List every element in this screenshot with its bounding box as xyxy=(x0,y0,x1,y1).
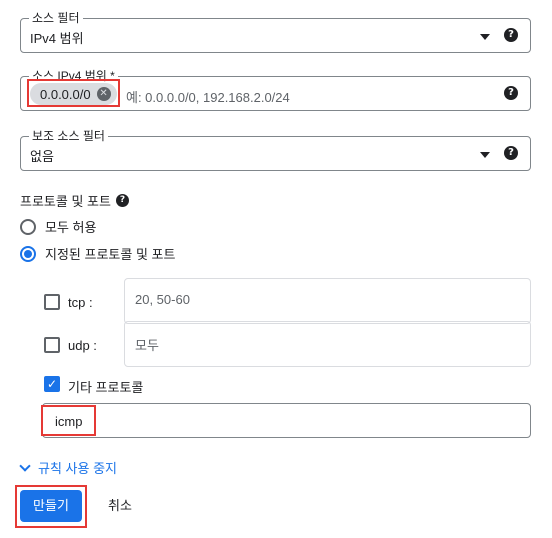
secondary-source-filter-value: 없음 xyxy=(30,149,54,164)
source-ipv4-placeholder: 예: 0.0.0.0/0, 192.168.2.0/24 xyxy=(126,90,290,105)
secondary-source-filter-label: 보조 소스 필터 xyxy=(29,129,108,143)
tcp-ports-input[interactable]: 20, 50-60 xyxy=(124,278,531,324)
radio-allow-all-label: 모두 허용 xyxy=(45,220,97,235)
highlight-icmp xyxy=(41,405,96,436)
udp-checkbox[interactable] xyxy=(44,337,60,353)
source-filter-label: 소스 필터 xyxy=(29,11,83,25)
radio-unchecked-icon[interactable] xyxy=(20,218,36,235)
cancel-button[interactable]: 취소 xyxy=(100,490,140,522)
source-filter-select[interactable]: 소스 필터 IPv4 범위 ? xyxy=(20,11,531,53)
dropdown-caret-icon xyxy=(480,34,490,40)
radio-specified-protocols[interactable]: 지정된 프로토콜 및 포트 xyxy=(20,244,175,263)
help-icon[interactable]: ? xyxy=(115,194,129,207)
udp-ports-input[interactable]: 모두 xyxy=(124,321,531,367)
help-icon[interactable]: ? xyxy=(504,28,518,42)
disable-rule-label: 규칙 사용 중지 xyxy=(38,461,117,476)
highlight-create-button xyxy=(15,485,87,528)
disable-rule-toggle[interactable]: 규칙 사용 중지 xyxy=(19,458,117,477)
chevron-down-icon xyxy=(19,459,31,472)
dropdown-caret-icon xyxy=(480,152,490,158)
help-icon[interactable]: ? xyxy=(504,146,518,160)
tcp-checkbox[interactable] xyxy=(44,294,60,310)
other-protocols-input[interactable]: icmp xyxy=(42,403,531,438)
secondary-source-filter-select[interactable]: 보조 소스 필터 없음 ? xyxy=(20,129,531,171)
udp-label: udp : xyxy=(68,338,97,353)
radio-specified-label: 지정된 프로토콜 및 포트 xyxy=(45,247,176,262)
help-icon[interactable]: ? xyxy=(504,86,518,100)
other-protocols-label: 기타 프로토콜 xyxy=(68,380,144,395)
other-protocols-checkbox[interactable]: ✓ xyxy=(44,376,60,392)
protocols-ports-title: 프로토콜 및 포트 xyxy=(20,194,111,209)
radio-checked-icon[interactable] xyxy=(20,245,36,262)
highlight-ip-chip xyxy=(27,79,120,107)
radio-allow-all[interactable]: 모두 허용 xyxy=(20,217,96,236)
tcp-label: tcp : xyxy=(68,295,93,310)
protocols-ports-heading: 프로토콜 및 포트 ? xyxy=(20,191,129,210)
source-filter-value: IPv4 범위 xyxy=(30,31,84,46)
